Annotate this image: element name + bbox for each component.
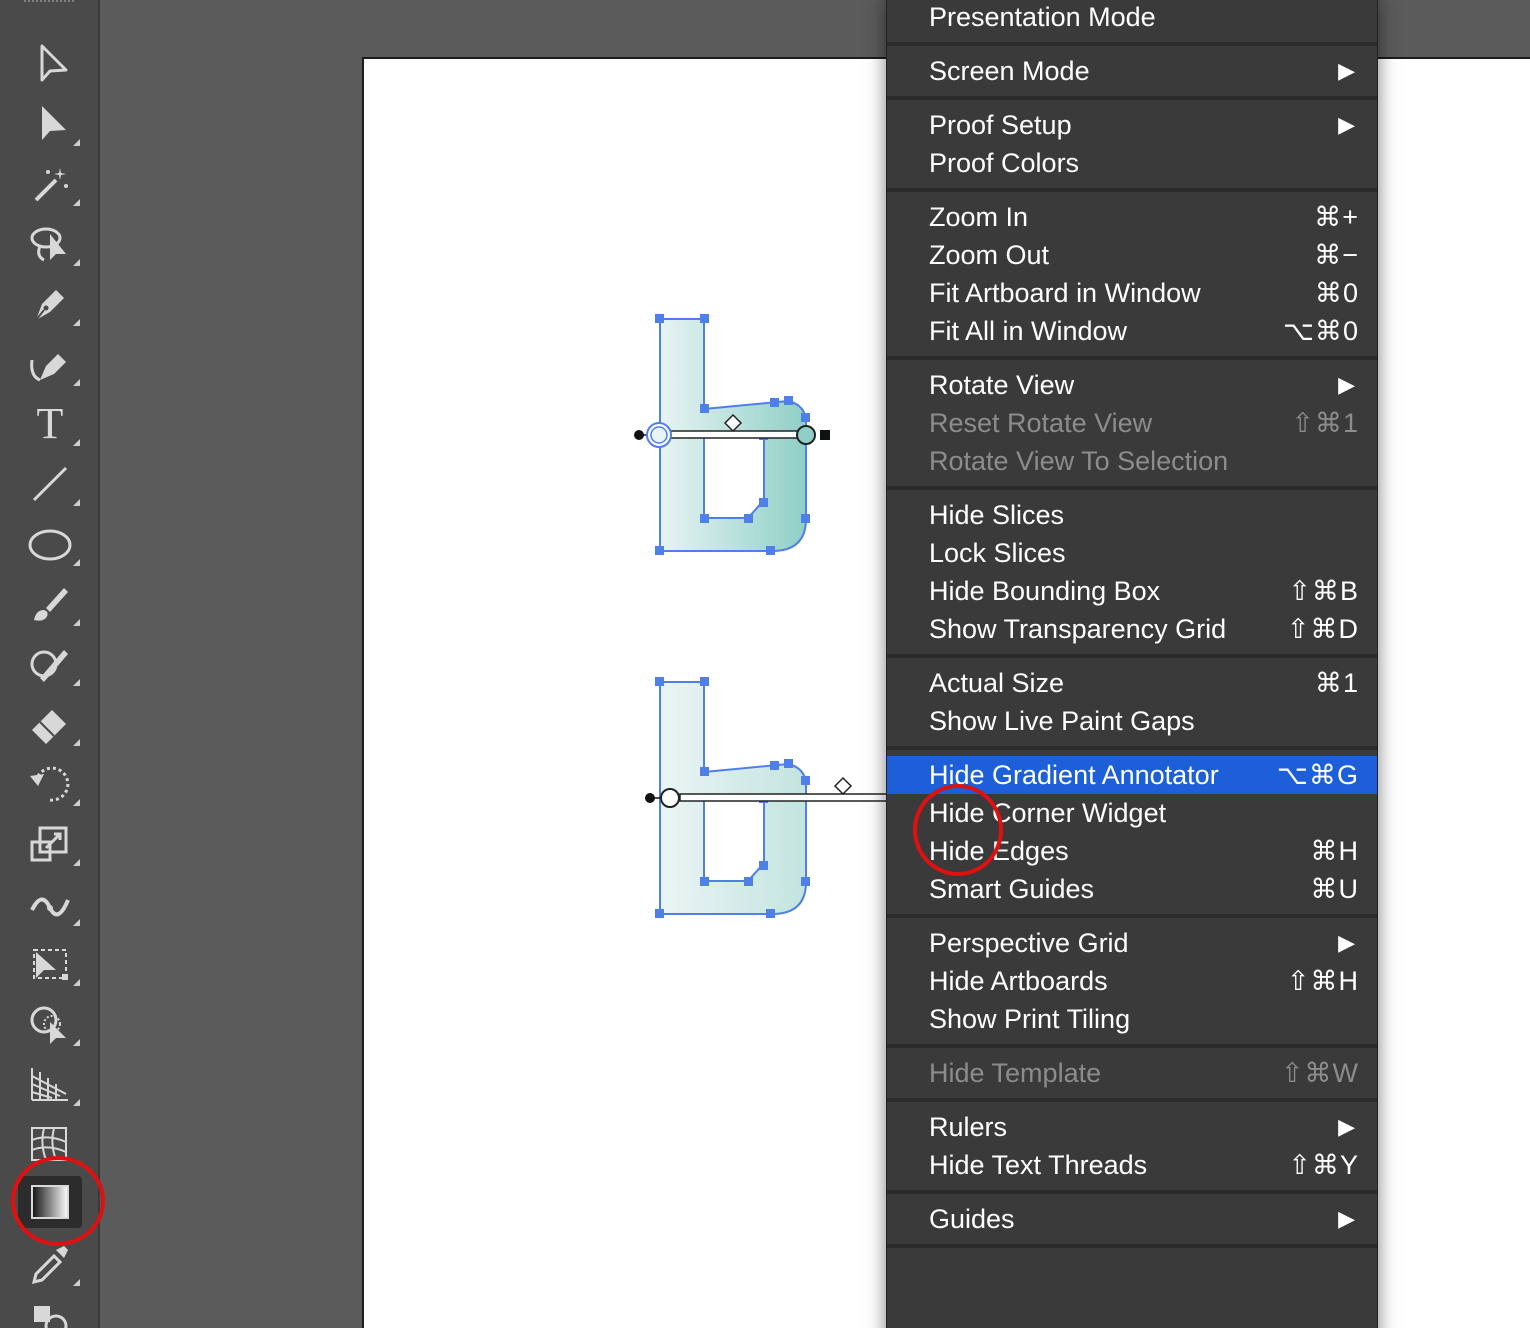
menu-item-smart-guides[interactable]: Smart Guides ⌘U	[887, 870, 1377, 908]
menu-item-label: Show Print Tiling	[929, 1004, 1131, 1034]
menu-item-rulers[interactable]: Rulers ▶	[887, 1108, 1377, 1146]
menu-item-perspective-grid[interactable]: Perspective Grid ▶	[887, 924, 1377, 962]
menu-item-shortcut: ⌘U	[1310, 874, 1359, 904]
menu-item-label: Hide Artboards	[929, 966, 1108, 996]
menu-item-label: Proof Colors	[929, 148, 1080, 178]
menu-item-label: Rotate View	[929, 370, 1075, 400]
menu-item-label: Fit All in Window	[929, 316, 1128, 346]
menu-group: Actual Size ⌘1 Show Live Paint Gaps	[887, 658, 1377, 750]
menu-item-zoom-out[interactable]: Zoom Out ⌘−	[887, 236, 1377, 274]
menu-item-label: Show Transparency Grid	[929, 614, 1227, 644]
menu-group: Presentation Mode	[887, 0, 1377, 46]
menu-item-shortcut: ⇧⌘Y	[1288, 1150, 1359, 1180]
menu-item-hide-slices[interactable]: Hide Slices	[887, 496, 1377, 534]
menu-item-hide-edges[interactable]: Hide Edges ⌘H	[887, 832, 1377, 870]
menu-item-shortcut: ⇧⌘B	[1288, 576, 1359, 606]
menu-item-label: Fit Artboard in Window	[929, 278, 1201, 308]
menu-item-label: Presentation Mode	[929, 2, 1156, 32]
submenu-arrow-icon: ▶	[1338, 372, 1355, 397]
menu-item-hide-corner-widget[interactable]: Hide Corner Widget	[887, 794, 1377, 832]
menu-item-label: Zoom Out	[929, 240, 1050, 270]
menu-group: Guides ▶	[887, 1194, 1377, 1248]
menu-item-label: Hide Slices	[929, 500, 1065, 530]
menu-item-hide-bounding-box[interactable]: Hide Bounding Box ⇧⌘B	[887, 572, 1377, 610]
menu-item-shortcut: ⌘0	[1314, 278, 1359, 308]
menu-group: Rulers ▶ Hide Text Threads ⇧⌘Y	[887, 1102, 1377, 1194]
menu-item-rotate-view-to-selection: Rotate View To Selection	[887, 442, 1377, 480]
menu-item-label: Zoom In	[929, 202, 1029, 232]
menu-item-shortcut: ⌘1	[1314, 668, 1359, 698]
menu-item-label: Hide Bounding Box	[929, 576, 1161, 606]
menu-item-label: Smart Guides	[929, 874, 1095, 904]
menu-item-label: Hide Edges	[929, 836, 1069, 866]
menu-item-guides[interactable]: Guides ▶	[887, 1200, 1377, 1238]
menu-item-label: Guides	[929, 1204, 1015, 1234]
menu-item-zoom-in[interactable]: Zoom In ⌘+	[887, 198, 1377, 236]
submenu-arrow-icon: ▶	[1338, 1206, 1355, 1231]
menu-item-label: Screen Mode	[929, 56, 1090, 86]
menu-item-lock-slices[interactable]: Lock Slices	[887, 534, 1377, 572]
menu-item-show-transparency-grid[interactable]: Show Transparency Grid ⇧⌘D	[887, 610, 1377, 648]
menu-item-fit-artboard-in-window[interactable]: Fit Artboard in Window ⌘0	[887, 274, 1377, 312]
menu-item-label: Show Live Paint Gaps	[929, 706, 1195, 736]
menu-item-shortcut: ⇧⌘1	[1291, 408, 1359, 438]
view-menu: Presentation Mode Screen Mode ▶ Proof Setup…	[886, 0, 1378, 1328]
menu-item-label: Lock Slices	[929, 538, 1066, 568]
menu-item-reset-rotate-view: Reset Rotate View ⇧⌘1	[887, 404, 1377, 442]
menu-item-hide-template: Hide Template ⇧⌘W	[887, 1054, 1377, 1092]
menu-group: Hide Slices Lock Slices Hide Bounding Box ⇧…	[887, 490, 1377, 658]
menu-item-label: Actual Size	[929, 668, 1065, 698]
menu-item-label: Rulers	[929, 1112, 1008, 1142]
menu-group: Hide Template ⇧⌘W	[887, 1048, 1377, 1102]
menu-item-label: Reset Rotate View	[929, 408, 1153, 438]
menu-group: Rotate View ▶ Reset Rotate View ⇧⌘1 Rotate V…	[887, 360, 1377, 490]
submenu-arrow-icon: ▶	[1338, 58, 1355, 83]
menu-group: Perspective Grid ▶ Hide Artboards ⇧⌘H Show P…	[887, 918, 1377, 1048]
menu-group: Screen Mode ▶	[887, 46, 1377, 100]
menu-item-label: Proof Setup	[929, 110, 1072, 140]
menu-item-shortcut: ⌥⌘0	[1282, 316, 1359, 346]
menu-item-hide-text-threads[interactable]: Hide Text Threads ⇧⌘Y	[887, 1146, 1377, 1184]
menu-item-shortcut: ⇧⌘W	[1280, 1058, 1359, 1088]
menu-item-rotate-view[interactable]: Rotate View ▶	[887, 366, 1377, 404]
menu-item-shortcut: ⌘+	[1314, 202, 1359, 232]
menu-item-shortcut: ⇧⌘D	[1286, 614, 1359, 644]
menu-item-shortcut: ⇧⌘H	[1286, 966, 1359, 996]
menu-item-proof-colors[interactable]: Proof Colors	[887, 144, 1377, 182]
menu-item-hide-artboards[interactable]: Hide Artboards ⇧⌘H	[887, 962, 1377, 1000]
menu-item-screen-mode[interactable]: Screen Mode ▶	[887, 52, 1377, 90]
menu-item-hide-gradient-annotator[interactable]: Hide Gradient Annotator ⌥⌘G	[887, 756, 1377, 794]
submenu-arrow-icon: ▶	[1338, 112, 1355, 137]
menu-item-label: Hide Corner Widget	[929, 798, 1167, 828]
menu-item-shortcut: ⌘−	[1314, 240, 1359, 270]
menu-item-label: Hide Gradient Annotator	[929, 760, 1219, 790]
menu-item-label: Hide Template	[929, 1058, 1102, 1088]
menu-item-label: Perspective Grid	[929, 928, 1129, 958]
menu-item-proof-setup[interactable]: Proof Setup ▶	[887, 106, 1377, 144]
menu-group: Proof Setup ▶ Proof Colors	[887, 100, 1377, 192]
menu-item-show-live-paint-gaps[interactable]: Show Live Paint Gaps	[887, 702, 1377, 740]
menu-item-presentation-mode[interactable]: Presentation Mode	[887, 0, 1377, 36]
menu-item-label: Rotate View To Selection	[929, 446, 1229, 476]
submenu-arrow-icon: ▶	[1338, 930, 1355, 955]
menu-group: Zoom In ⌘+ Zoom Out ⌘− Fit Artboard in Windo…	[887, 192, 1377, 360]
menu-item-shortcut: ⌥⌘G	[1276, 760, 1359, 790]
menu-item-show-print-tiling[interactable]: Show Print Tiling	[887, 1000, 1377, 1038]
menu-item-shortcut: ⌘H	[1310, 836, 1359, 866]
menu-item-fit-all-in-window[interactable]: Fit All in Window ⌥⌘0	[887, 312, 1377, 350]
submenu-arrow-icon: ▶	[1338, 1114, 1355, 1139]
menu-item-label: Hide Text Threads	[929, 1150, 1148, 1180]
menu-item-actual-size[interactable]: Actual Size ⌘1	[887, 664, 1377, 702]
menu-group: Hide Gradient Annotator ⌥⌘G Hide Corner Wi…	[887, 750, 1377, 918]
